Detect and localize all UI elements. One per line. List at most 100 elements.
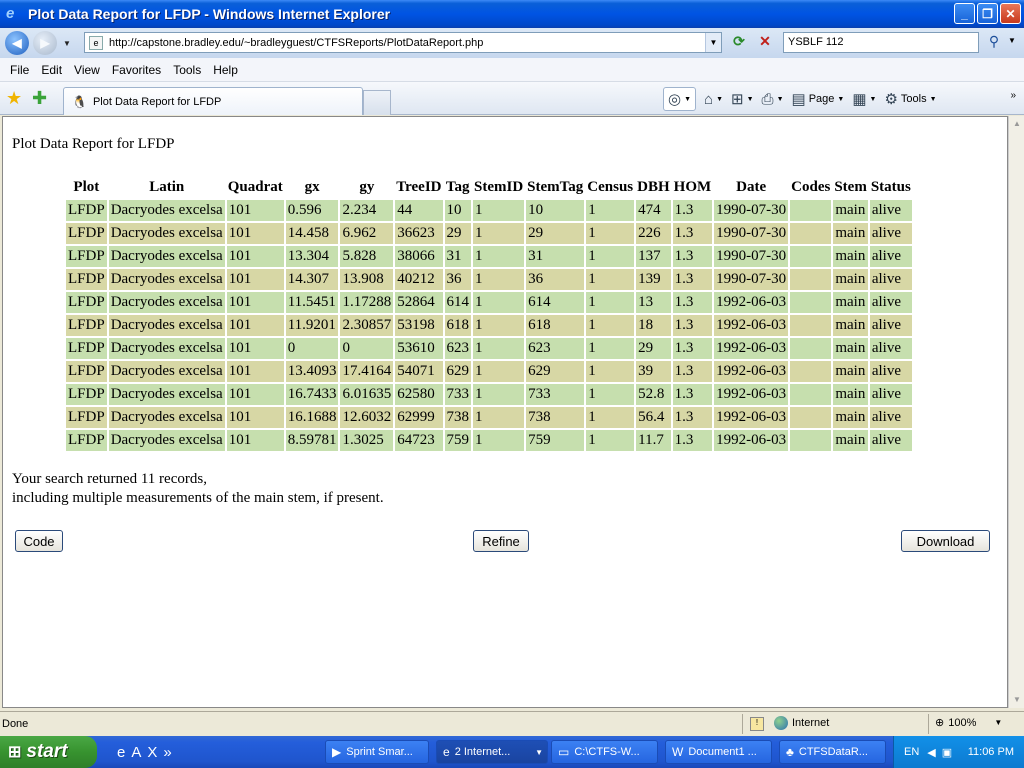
task-ctfsdatareport[interactable]: ♣ CTFSDataR... [779, 740, 886, 764]
zoom-control[interactable]: ⊕ 100% ▼ [935, 716, 1002, 730]
printer-icon: ⎙ [761, 90, 774, 108]
address-dropdown[interactable]: ▼ [705, 33, 721, 52]
search-icon[interactable]: ⚲ [983, 33, 1005, 53]
recent-pages-dropdown[interactable]: ▼ [63, 39, 71, 48]
stop-button[interactable]: ✕ [754, 33, 776, 53]
window-title: Plot Data Report for LFDP - Windows Inte… [28, 6, 391, 22]
minimize-button[interactable]: _ [954, 3, 975, 24]
table-cell-status: alive [869, 315, 912, 336]
back-button[interactable]: ◀ [5, 31, 29, 55]
table-cell-date: 1992-06-03 [714, 361, 789, 382]
feed-discovery-button[interactable]: ◎ ▼ [663, 87, 697, 111]
chevron-more-icon[interactable]: » [1010, 90, 1016, 101]
table-cell-latin: Dacryodes excelsa [108, 361, 225, 382]
table-cell-census: 1 [586, 200, 635, 221]
code-button[interactable]: Code [15, 530, 63, 552]
table-cell-stem: main [833, 384, 868, 405]
table-cell-codes [790, 384, 832, 405]
clock[interactable]: 11:06 PM [968, 746, 1014, 758]
favorites-star-icon[interactable]: ★ [6, 88, 22, 109]
excel-icon[interactable]: X [147, 744, 157, 761]
zoom-level: 100% [948, 716, 977, 729]
menu-help[interactable]: Help [207, 63, 244, 77]
access-icon[interactable]: A [131, 744, 141, 761]
table-cell-hom: 1.3 [672, 338, 713, 359]
task-ctfs-folder[interactable]: ▭ C:\CTFS-W... [551, 740, 658, 764]
ie-quicklaunch-icon[interactable]: e [117, 744, 125, 761]
search-input[interactable]: YSBLF 112 [783, 32, 979, 53]
task-sprint[interactable]: ▶ Sprint Smar... [325, 740, 429, 764]
search-options-dropdown[interactable]: ▼ [1008, 36, 1016, 45]
table-cell-date: 1990-07-30 [714, 269, 789, 290]
table-cell-dbh: 56.4 [636, 407, 671, 428]
table-cell-gy: 6.01635 [340, 384, 394, 405]
table-cell-stem: main [833, 361, 868, 382]
refine-button[interactable]: Refine [473, 530, 529, 552]
table-cell-tag: 738 [444, 407, 471, 428]
command-bar: ◎ ▼ ⌂ ▼ ⊞ ▼ ⎙ ▼ ▤ Page ▼ ▦ ▼ ⚙ Tools ▼ [663, 85, 937, 113]
zoom-dropdown-icon[interactable]: ▼ [994, 718, 1002, 727]
table-cell-gx: 16.7433 [285, 384, 339, 405]
menu-file[interactable]: File [4, 63, 35, 77]
vertical-scrollbar[interactable]: ▲ ▼ [1008, 116, 1024, 708]
address-bar[interactable]: e http://capstone.bradley.edu/~bradleygu… [84, 32, 722, 53]
table-cell-stemid: 1 [473, 407, 525, 428]
tools-menu[interactable]: ⚙ Tools ▼ [884, 90, 936, 108]
table-cell-gx: 0 [285, 338, 339, 359]
scroll-down-icon[interactable]: ▼ [1009, 692, 1024, 708]
table-cell-quadrat: 101 [226, 430, 284, 451]
download-button[interactable]: Download [901, 530, 990, 552]
summary-line-2: including multiple measurements of the m… [12, 490, 384, 506]
restore-button[interactable]: ❐ [977, 3, 998, 24]
refresh-button[interactable]: ⟳ [728, 33, 750, 53]
column-header-latin: Latin [149, 179, 185, 195]
table-cell-quadrat: 101 [226, 269, 284, 290]
menu-favorites[interactable]: Favorites [106, 63, 167, 77]
table-cell-gy: 12.6032 [340, 407, 394, 428]
security-zone[interactable]: Internet [774, 716, 829, 730]
menu-edit[interactable]: Edit [35, 63, 68, 77]
menu-tools[interactable]: Tools [167, 63, 207, 77]
close-button[interactable]: ✕ [1000, 3, 1021, 24]
table-cell-census: 1 [586, 292, 635, 313]
table-row: LFDP Dacryodes excelsa 101 0.596 2.234 44 10 1 1… [66, 200, 912, 221]
rss-button[interactable]: ⊞ ▼ [731, 90, 754, 108]
table-cell-plot: LFDP [66, 430, 107, 451]
windows-flag-icon: ⊞ [8, 744, 22, 761]
table-cell-gy: 17.4164 [340, 361, 394, 382]
table-cell-dbh: 18 [636, 315, 671, 336]
table-cell-stemtag: 759 [526, 430, 585, 451]
print-button[interactable]: ⎙ ▼ [762, 91, 784, 108]
table-cell-census: 1 [586, 246, 635, 267]
table-cell-treeid: 62580 [395, 384, 443, 405]
forward-button[interactable]: ▶ [33, 31, 57, 55]
language-indicator[interactable]: EN [904, 746, 919, 758]
page-menu[interactable]: ▤ Page ▼ [792, 90, 845, 108]
table-cell-gx: 13.4093 [285, 361, 339, 382]
page-menu-icon: ▤ [791, 91, 806, 108]
table-cell-date: 1992-06-03 [714, 315, 789, 336]
start-button[interactable]: ⊞ start [0, 736, 97, 768]
research-button[interactable]: ▦ ▼ [852, 90, 876, 108]
add-favorite-icon[interactable]: ✚ [32, 88, 47, 109]
table-cell-stemtag: 738 [526, 407, 585, 428]
table-cell-gx: 14.307 [285, 269, 339, 290]
new-tab-button[interactable] [363, 90, 391, 115]
table-cell-codes [790, 292, 832, 313]
home-button[interactable]: ⌂ ▼ [704, 91, 723, 108]
protected-mode-icon[interactable]: ! [750, 717, 764, 731]
table-cell-quadrat: 101 [226, 223, 284, 244]
table-cell-dbh: 226 [636, 223, 671, 244]
tab-plot-data-report[interactable]: 🐧 Plot Data Report for LFDP [63, 87, 363, 115]
tray-arrow-icon[interactable]: ◀ [927, 746, 935, 759]
task-internet-explorer[interactable]: e2 Internet... ▼ [436, 740, 548, 764]
quicklaunch-more-icon[interactable]: » [163, 744, 171, 761]
table-cell-date: 1990-07-30 [714, 246, 789, 267]
taskbar: ⊞ start e A X » ▶ Sprint Smar... e2 Inter… [0, 736, 1024, 768]
table-cell-hom: 1.3 [672, 361, 713, 382]
scroll-up-icon[interactable]: ▲ [1009, 116, 1024, 132]
menu-view[interactable]: View [68, 63, 106, 77]
table-cell-gx: 11.9201 [285, 315, 339, 336]
task-document1[interactable]: W Document1 ... [665, 740, 772, 764]
network-icon[interactable]: ▣ [942, 746, 952, 759]
